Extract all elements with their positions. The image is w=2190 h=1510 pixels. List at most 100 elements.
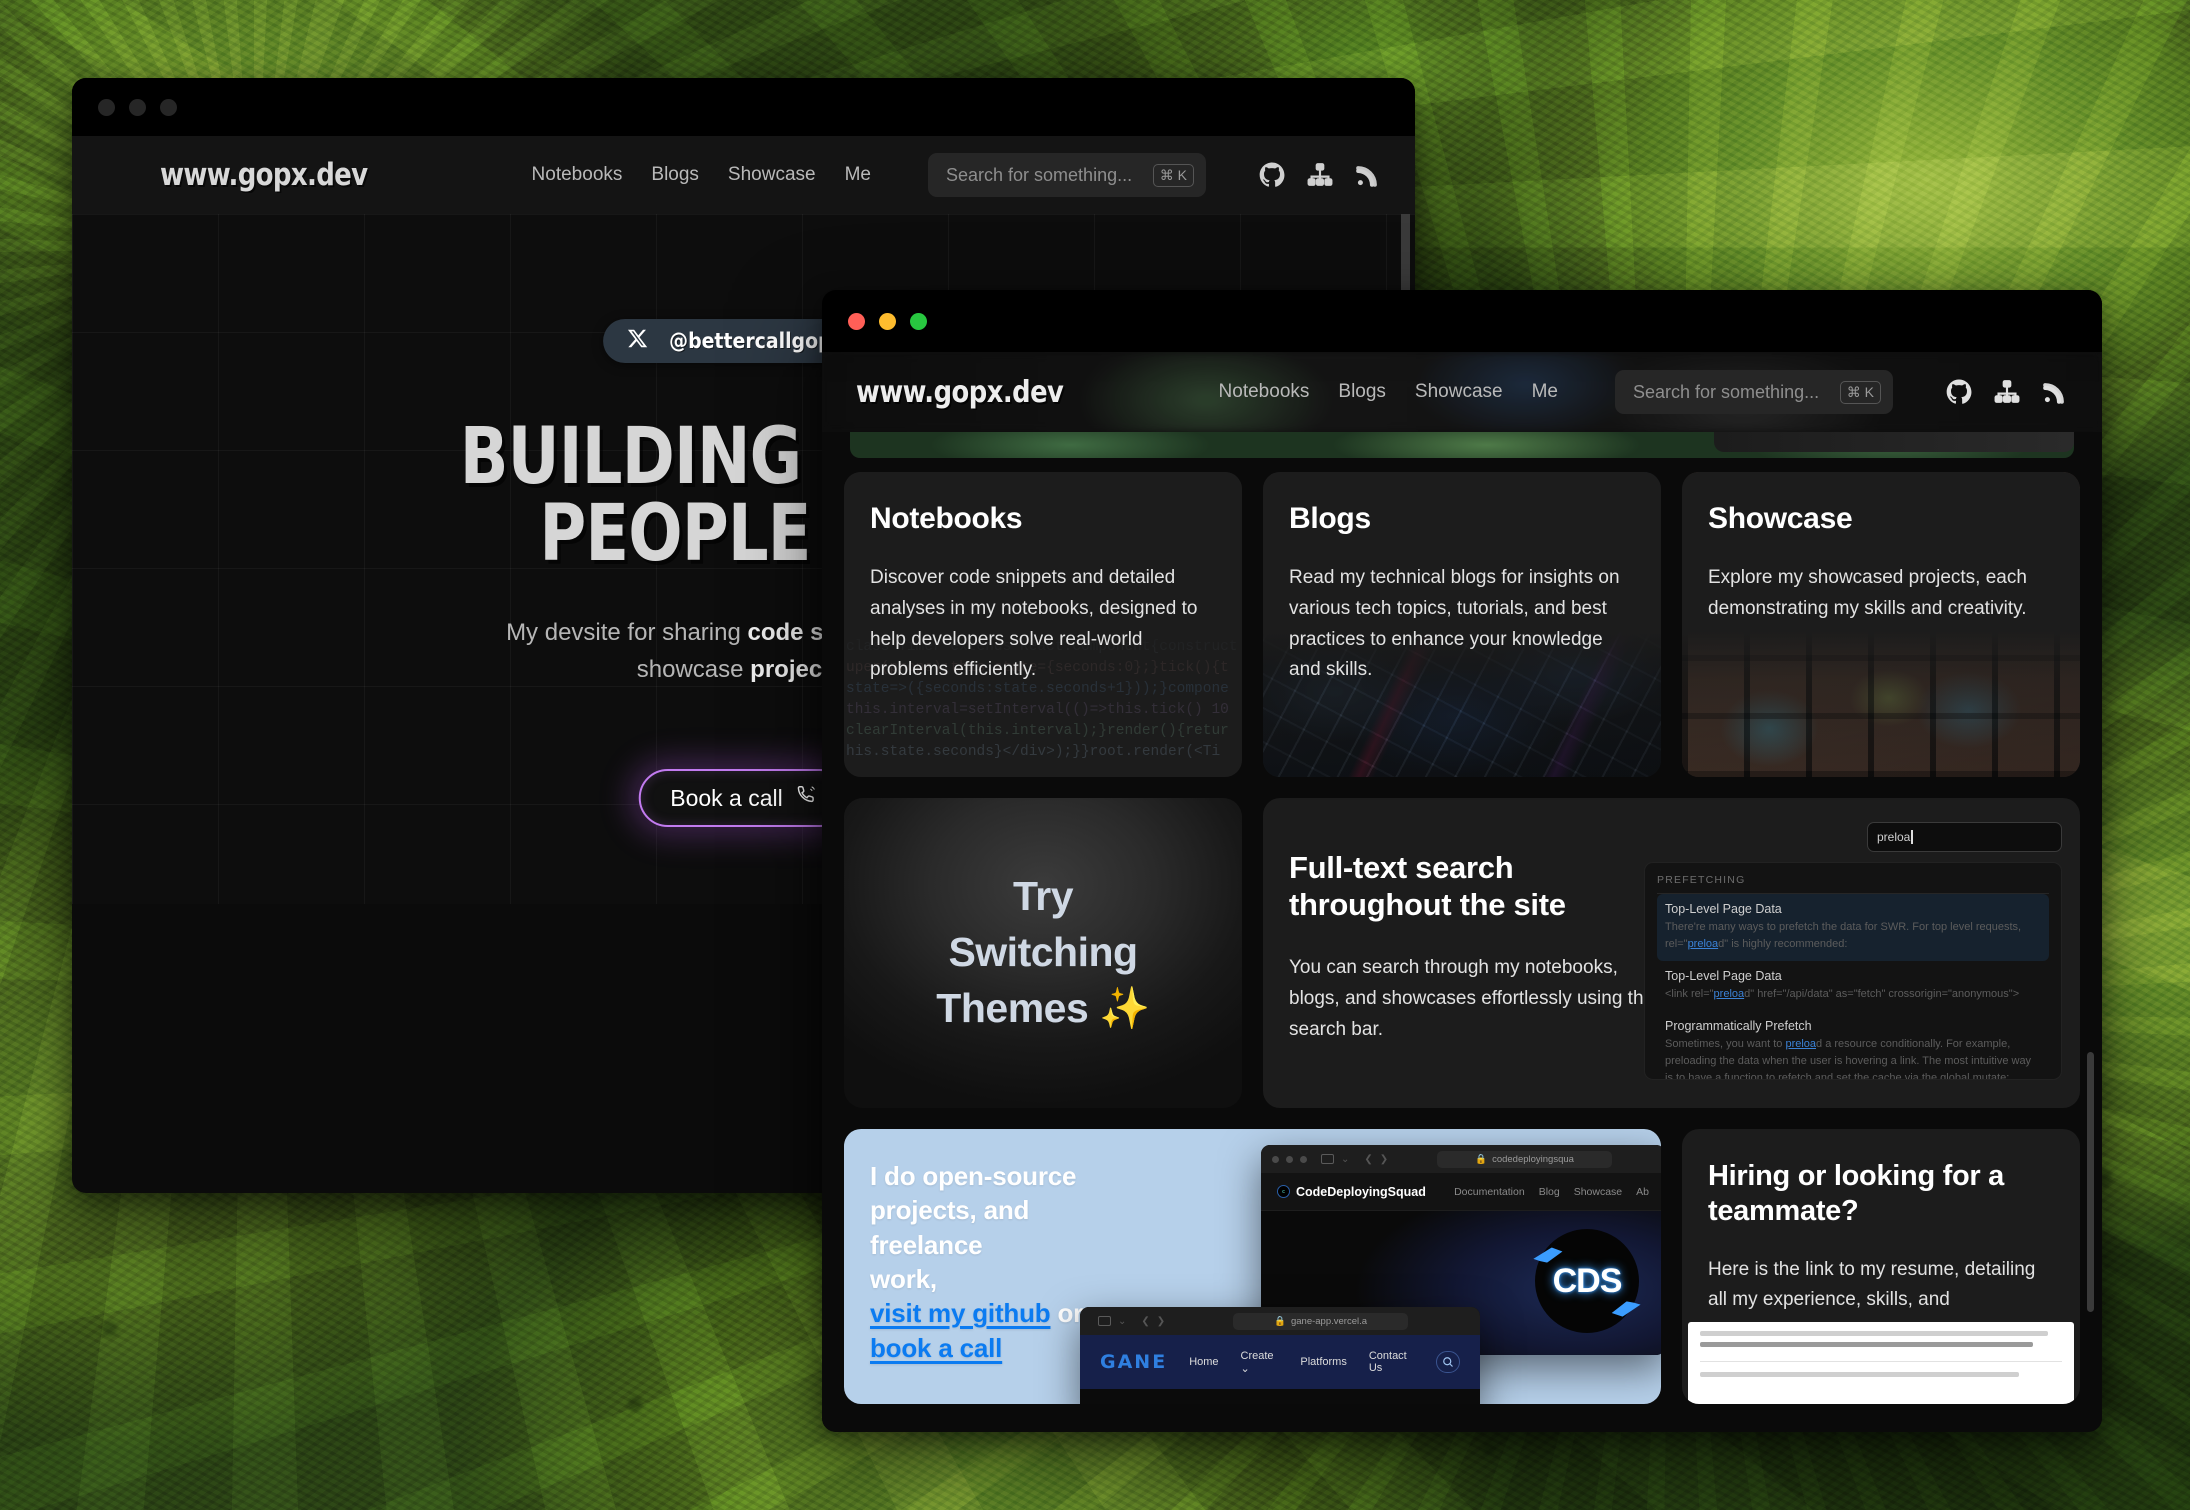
book-a-call-link[interactable]: book a call	[870, 1333, 1002, 1363]
demo-desc-highlight: preloa	[1785, 1038, 1817, 1051]
rss-icon[interactable]	[1355, 162, 1381, 188]
nav-item-me[interactable]: Me	[1532, 381, 1558, 403]
cds-logo-ball: CDS	[1535, 1229, 1639, 1333]
back-window-titlebar[interactable]	[72, 78, 1415, 136]
cds-logo-icon: c	[1277, 1185, 1290, 1198]
site-logo[interactable]: www.gopx.dev	[160, 157, 368, 193]
theme-switch-text: Try Switching Themes ✨	[936, 869, 1150, 1036]
front-window-scrollbar[interactable]	[2087, 1052, 2094, 1312]
mock-browser-gane: ⌄ ❮ ❯ 🔒 gane-app.vercel.a GANE Home Crea…	[1080, 1307, 1480, 1404]
card-title: Full-text search throughout the site	[1289, 850, 1657, 923]
oss-line3: work,	[870, 1263, 937, 1294]
oss-line2: projects, and freelance	[870, 1195, 1030, 1260]
card-full-text-search[interactable]: Full-text search throughout the site You…	[1263, 798, 2080, 1108]
demo-result-item[interactable]: Top-Level Page Data <link rel="preload" …	[1657, 961, 2049, 1011]
mock-maximize-dot	[1300, 1155, 1307, 1163]
card-title: Notebooks	[870, 502, 1023, 535]
nav-item-blogs[interactable]: Blogs	[1338, 381, 1386, 403]
github-icon[interactable]	[1259, 162, 1285, 188]
resume-line	[1700, 1342, 2034, 1347]
sitemap-icon[interactable]	[1994, 379, 2020, 405]
book-a-call-label: Book a call	[670, 784, 783, 811]
card-open-source[interactable]: I do open-source projects, and freelance…	[844, 1129, 1661, 1404]
chevron-down-icon: ⌄	[1118, 1315, 1127, 1327]
gane-nav-platforms: Platforms	[1300, 1356, 1347, 1368]
feature-card-grid: class Timer extends React.Component{cons…	[844, 472, 2080, 1404]
mock-browser-toolbar: ⌄ ❮ ❯ 🔒 gane-app.vercel.a	[1080, 1307, 1480, 1335]
back-arrow-icon: ❮	[1141, 1315, 1150, 1327]
front-site-navbar: www.gopx.dev Notebooks Blogs Showcase Me…	[822, 352, 2102, 432]
cds-brand: c CodeDeployingSquad	[1277, 1185, 1426, 1199]
front-window-titlebar[interactable]	[822, 290, 2102, 352]
close-button[interactable]	[98, 98, 115, 116]
minimize-button[interactable]	[129, 98, 146, 116]
search-demo-screenshot: preloa PREFETCHING Top-Level Page Data T…	[1644, 822, 2062, 1080]
x-twitter-icon	[627, 328, 648, 354]
minimize-button[interactable]	[879, 312, 896, 330]
card-body: Read my technical blogs for insights on …	[1289, 567, 1620, 681]
nav-item-showcase[interactable]: Showcase	[728, 164, 816, 186]
search-title-line1: Full-text search	[1289, 850, 1514, 885]
nav-links: Notebooks Blogs Showcase Me Search for s…	[532, 153, 1415, 197]
hiring-title-line2: teammate?	[1708, 1194, 1859, 1227]
theme-line1: Try	[1012, 873, 1074, 920]
card-theme-switcher[interactable]: Try Switching Themes ✨	[844, 798, 1242, 1108]
close-button[interactable]	[848, 312, 865, 330]
resume-divider	[1700, 1361, 2062, 1362]
card-hiring[interactable]: Hiring or looking for a teammate? Here i…	[1682, 1129, 2080, 1404]
rss-icon[interactable]	[2042, 379, 2068, 405]
search-placeholder: Search for something...	[946, 164, 1133, 185]
demo-search-input[interactable]: preloa	[1867, 822, 2062, 852]
card-title: Showcase	[1708, 502, 1853, 535]
back-site-navbar: www.gopx.dev Notebooks Blogs Showcase Me…	[72, 136, 1415, 214]
front-browser-window[interactable]: www.gopx.dev Notebooks Blogs Showcase Me…	[822, 290, 2102, 1432]
demo-desc-pre: Sometimes, you want to	[1665, 1038, 1786, 1051]
cds-brand-text: CodeDeployingSquad	[1296, 1184, 1426, 1199]
card-showcase[interactable]: Showcase Explore my showcased projects, …	[1682, 472, 2080, 777]
resume-line	[1700, 1331, 2048, 1336]
text-caret	[1911, 830, 1913, 844]
sidebar-toggle-icon	[1321, 1154, 1334, 1164]
phone-icon	[795, 784, 817, 812]
card-body: Explore my showcased projects, each demo…	[1708, 567, 2027, 619]
sitemap-icon[interactable]	[1307, 162, 1333, 188]
demo-desc-highlight: preloa	[1687, 938, 1719, 951]
visit-my-github-link[interactable]: visit my github	[870, 1298, 1051, 1328]
site-logo[interactable]: www.gopx.dev	[856, 375, 1064, 410]
demo-search-value: preloa	[1877, 830, 1911, 844]
card-title: Blogs	[1289, 502, 1371, 535]
card-body: Discover code snippets and detailed anal…	[870, 567, 1198, 681]
maximize-button[interactable]	[160, 98, 177, 116]
demo-desc-post: d" is highly recommended:	[1718, 938, 1848, 951]
mock-close-dot	[1272, 1155, 1279, 1163]
search-icon	[1436, 1351, 1460, 1373]
nav-item-notebooks[interactable]: Notebooks	[532, 164, 623, 186]
card-title: Hiring or looking for a teammate?	[1708, 1159, 2054, 1229]
forward-arrow-icon: ❯	[1156, 1315, 1166, 1327]
search-input[interactable]: Search for something... ⌘ K	[1615, 370, 1893, 414]
nav-item-me[interactable]: Me	[845, 164, 871, 186]
mock-url-text: gane-app.vercel.a	[1290, 1315, 1368, 1327]
nav-item-showcase[interactable]: Showcase	[1415, 381, 1503, 403]
search-shortcut-badge: ⌘ K	[1839, 380, 1881, 404]
demo-results-kicker: PREFETCHING	[1657, 874, 2049, 894]
mock-address-bar: 🔒 codedeployingsqua	[1437, 1150, 1613, 1168]
nav-item-notebooks[interactable]: Notebooks	[1219, 381, 1310, 403]
demo-result-item[interactable]: Top-Level Page Data There're many ways t…	[1657, 894, 2049, 962]
search-input[interactable]: Search for something... ⌘ K	[928, 153, 1206, 197]
nav-icon-row	[1946, 379, 2102, 405]
card-notebooks[interactable]: class Timer extends React.Component{cons…	[844, 472, 1242, 777]
theme-line2: Switching	[948, 929, 1138, 976]
demo-result-item[interactable]: Programmatically Prefetch Sometimes, you…	[1657, 1011, 2049, 1079]
github-icon[interactable]	[1946, 379, 1972, 405]
book-a-call-button[interactable]: Book a call	[638, 769, 849, 827]
back-arrow-icon: ❮	[1364, 1153, 1373, 1165]
hero-sub-line2-prefix: showcase	[636, 656, 751, 684]
maximize-button[interactable]	[910, 312, 927, 330]
demo-result-title: Top-Level Page Data	[1665, 902, 1782, 916]
chevron-down-icon: ⌄	[1341, 1153, 1350, 1165]
nav-item-blogs[interactable]: Blogs	[651, 164, 699, 186]
card-blogs[interactable]: Blogs Read my technical blogs for insigh…	[1263, 472, 1661, 777]
search-shortcut-badge: ⌘ K	[1152, 163, 1194, 187]
demo-desc-highlight: preloa	[1713, 988, 1745, 1001]
